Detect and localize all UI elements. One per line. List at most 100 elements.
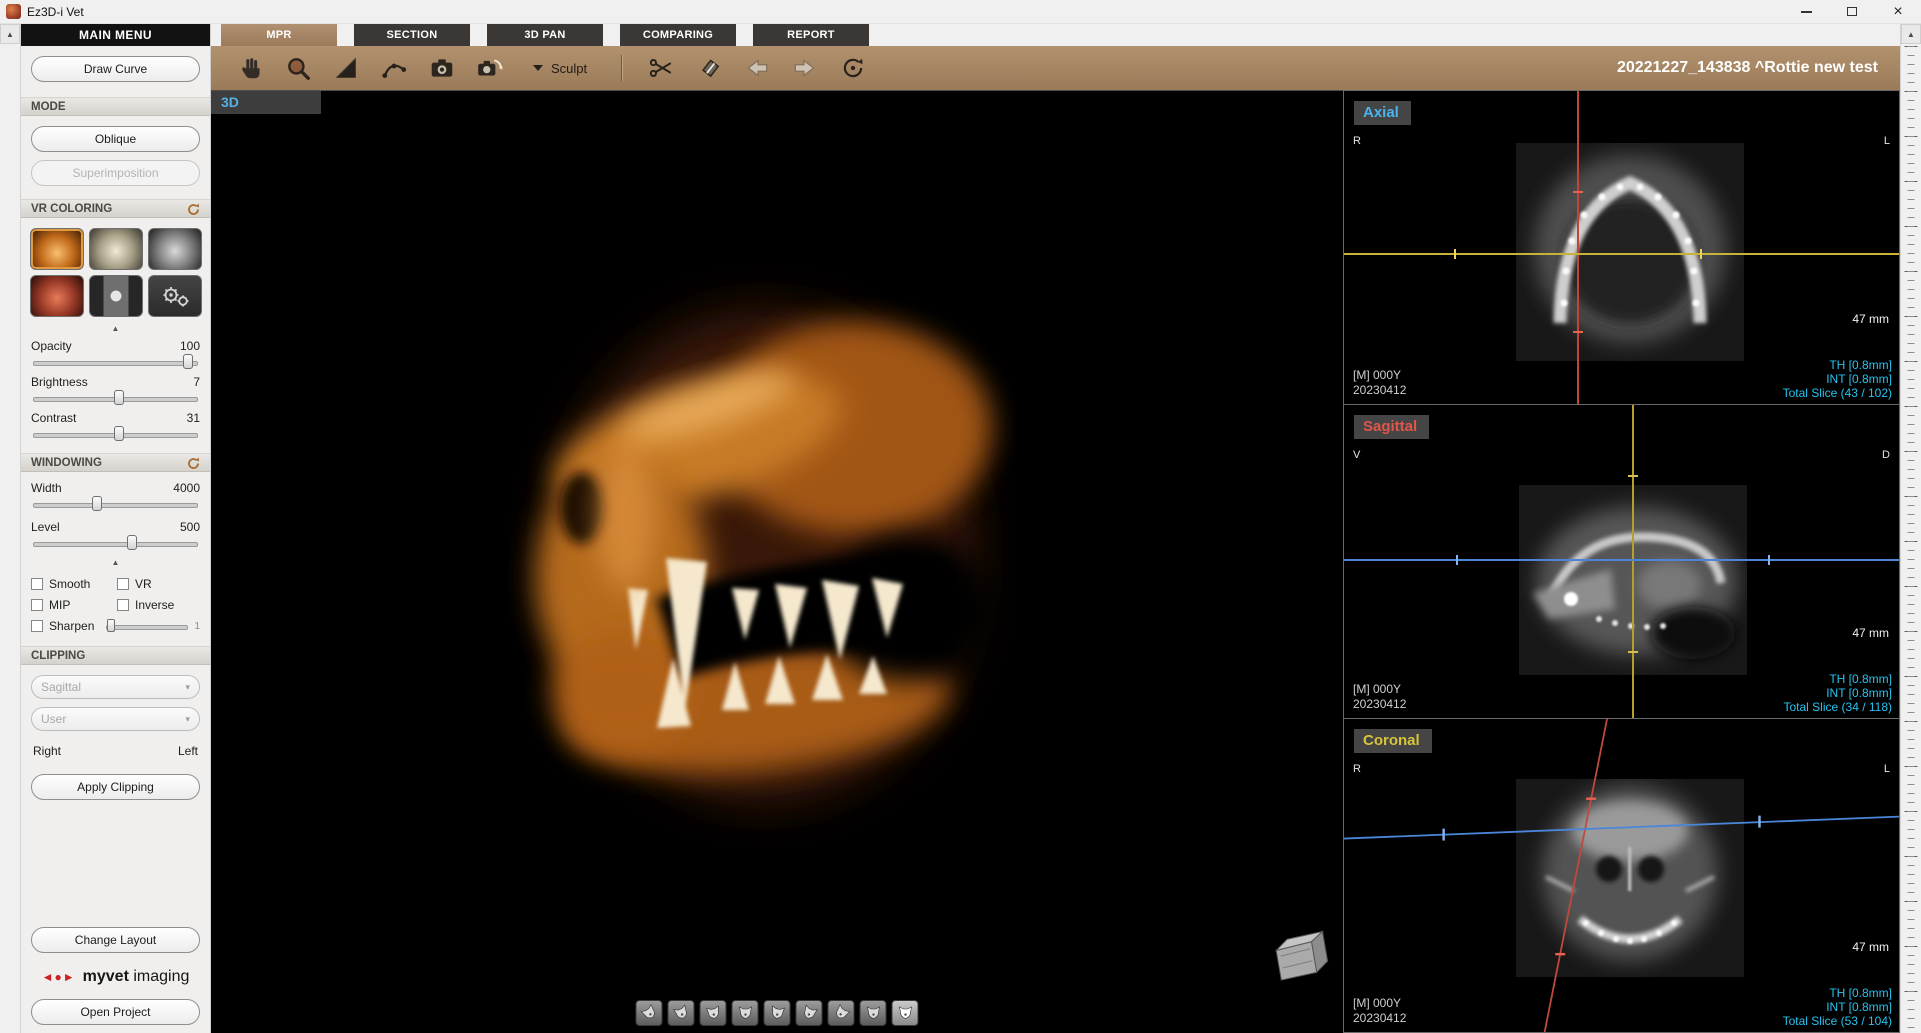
sagittal-crosshair-horizontal[interactable] [1344, 559, 1899, 561]
contrast-slider-thumb[interactable] [114, 426, 124, 441]
sculpt-label: Sculpt [551, 61, 587, 76]
viewport-3d[interactable]: 3D [211, 90, 1343, 1033]
vr-preset-tissue[interactable] [30, 275, 84, 317]
sculpt-cut-button[interactable] [640, 50, 682, 86]
brightness-label: Brightness [31, 375, 88, 389]
level-slider[interactable] [33, 535, 198, 551]
axial-viewport[interactable]: Axial R L [M] 000Y 20230412 47 mm TH [0.… [1343, 90, 1900, 404]
view-preset-right-oblique[interactable] [796, 1000, 823, 1026]
opacity-value: 100 [180, 339, 200, 353]
contrast-slider[interactable] [33, 426, 198, 442]
vr-preset-bone-orange[interactable] [30, 228, 84, 270]
crosshair-handle[interactable] [1628, 651, 1638, 653]
slice-meta: TH [0.8mm] INT [0.8mm] Total Slice (53 /… [1783, 986, 1892, 1028]
crosshair-handle[interactable] [1573, 191, 1583, 193]
dropdown-caret-icon [533, 65, 543, 71]
coronal-viewport[interactable]: Coronal R L [M] 000Y 20230412 47 mm TH [… [1343, 718, 1900, 1033]
scroll-up-icon: ▲ [1907, 30, 1915, 39]
orientation-cube[interactable] [1267, 928, 1333, 989]
crosshair-handle[interactable] [1456, 555, 1458, 565]
crosshair-handle[interactable] [1454, 249, 1456, 259]
clip-mode-dropdown[interactable]: User ▾ [31, 707, 200, 731]
tab-section[interactable]: SECTION [354, 24, 470, 46]
opacity-slider-thumb[interactable] [183, 354, 193, 369]
sculpt-dropdown[interactable]: Sculpt [533, 61, 587, 76]
main-menu-header: MAIN MENU [21, 24, 210, 46]
ruler-scroll-up-button[interactable]: ▲ [1901, 24, 1921, 44]
pan-tool-button[interactable] [229, 50, 271, 86]
brightness-slider[interactable] [33, 390, 198, 406]
logo-marks-icon: ◄●► [42, 970, 76, 984]
view-preset-right-front[interactable] [764, 1000, 791, 1026]
level-value: 500 [180, 520, 200, 534]
curve-measure-button[interactable] [373, 50, 415, 86]
gears-icon [155, 281, 195, 311]
vr-preset-bone-gray[interactable] [148, 228, 202, 270]
inverse-checkbox[interactable]: Inverse [117, 598, 200, 612]
crosshair-handle[interactable] [1628, 475, 1638, 477]
view-preset-front[interactable] [732, 1000, 759, 1026]
vr-preset-spine[interactable] [89, 275, 143, 317]
vr-checkbox[interactable]: VR [117, 577, 200, 591]
open-project-button[interactable]: Open Project [31, 999, 200, 1025]
view-preset-back[interactable] [860, 1000, 887, 1026]
width-slider-thumb[interactable] [92, 496, 102, 511]
change-layout-button[interactable]: Change Layout [31, 927, 200, 953]
axial-crosshair-vertical[interactable] [1577, 91, 1579, 404]
view-preset-left-oblique[interactable] [668, 1000, 695, 1026]
tab-comparing[interactable]: COMPARING [620, 24, 736, 46]
mip-checkbox[interactable]: MIP [31, 598, 117, 612]
contrast-tool-button[interactable] [325, 50, 367, 86]
scissors-icon [648, 55, 674, 81]
toolbar-separator [621, 55, 622, 81]
sagittal-viewport[interactable]: Sagittal V D [M] 000Y 20230412 47 mm TH … [1343, 404, 1900, 718]
capture-button[interactable] [421, 50, 463, 86]
view-preset-left[interactable] [636, 1000, 663, 1026]
level-slider-thumb[interactable] [127, 535, 137, 550]
view-preset-top[interactable] [892, 1000, 919, 1026]
left-scroll-strip[interactable]: ▲ [0, 24, 21, 1033]
crosshair-handle[interactable] [1700, 249, 1702, 259]
orientation-marker-right: D [1882, 449, 1890, 461]
sharpen-checkbox[interactable]: Sharpen [31, 619, 94, 633]
redo-button[interactable] [784, 50, 826, 86]
left-scroll-up-button[interactable]: ▲ [0, 24, 20, 44]
sharpen-slider-thumb[interactable] [107, 619, 115, 632]
brightness-slider-thumb[interactable] [114, 390, 124, 405]
tab-mpr[interactable]: MPR [221, 24, 337, 46]
opacity-slider[interactable] [33, 354, 198, 370]
sharpen-slider[interactable] [106, 619, 188, 633]
apply-clipping-button[interactable]: Apply Clipping [31, 774, 200, 800]
sagittal-crosshair-vertical[interactable] [1632, 405, 1634, 718]
crosshair-handle[interactable] [1573, 331, 1583, 333]
oblique-button[interactable]: Oblique [31, 126, 200, 152]
slice-ruler-strip[interactable]: ▲ [1900, 24, 1921, 1033]
mode-section-header: MODE [21, 97, 210, 116]
sculpt-region-button[interactable] [688, 50, 730, 86]
maximize-button[interactable] [1829, 0, 1875, 23]
hand-icon [237, 55, 263, 81]
width-slider[interactable] [33, 496, 198, 512]
vr-preset-bone-light[interactable] [89, 228, 143, 270]
crosshair-handle[interactable] [1768, 555, 1770, 565]
sculpt-reset-button[interactable] [832, 50, 874, 86]
capture-3d-button[interactable] [469, 50, 511, 86]
close-button[interactable]: × [1875, 0, 1921, 23]
minimize-button[interactable] [1783, 0, 1829, 23]
undo-button[interactable] [736, 50, 778, 86]
clip-plane-dropdown[interactable]: Sagittal ▾ [31, 675, 200, 699]
superimposition-button[interactable]: Superimposition [31, 160, 200, 186]
windowing-reset-button[interactable] [186, 456, 201, 471]
windowing-collapse-arrow[interactable]: ▲ [31, 558, 200, 568]
view-preset-left-front[interactable] [700, 1000, 727, 1026]
view-preset-right[interactable] [828, 1000, 855, 1026]
zoom-tool-button[interactable] [277, 50, 319, 86]
draw-curve-button[interactable]: Draw Curve [31, 56, 200, 82]
vr-coloring-reset-button[interactable] [186, 202, 201, 217]
tab-report[interactable]: REPORT [753, 24, 869, 46]
tab-3d-pan[interactable]: 3D PAN [487, 24, 603, 46]
smooth-checkbox[interactable]: Smooth [31, 577, 117, 591]
axial-crosshair-horizontal[interactable] [1344, 253, 1899, 255]
vr-collapse-arrow[interactable]: ▲ [31, 324, 200, 334]
vr-preset-custom[interactable] [148, 275, 202, 317]
